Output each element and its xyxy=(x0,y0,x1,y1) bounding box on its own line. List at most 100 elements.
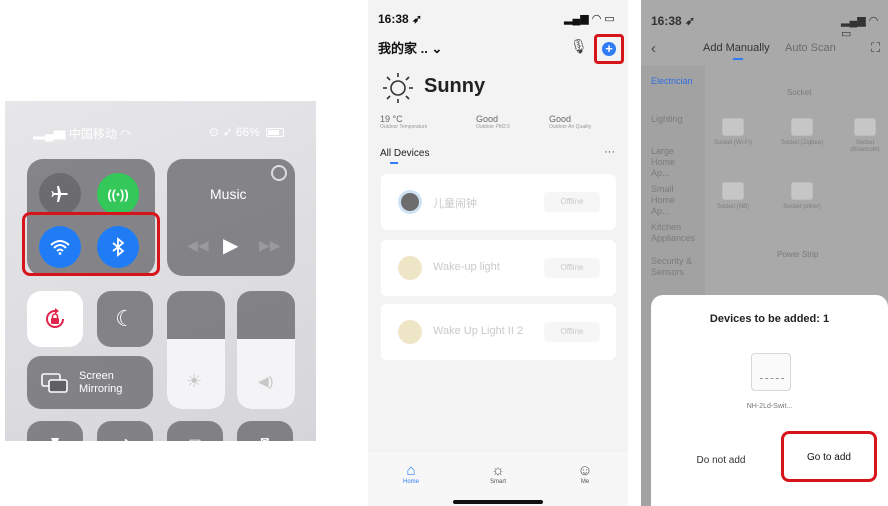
tab-auto-scan[interactable]: Auto Scan xyxy=(785,42,836,54)
device-status: Offline xyxy=(544,258,600,278)
home-indicator xyxy=(453,500,543,504)
device-card[interactable]: Wake Up Light II 2 Offline xyxy=(381,304,616,360)
orientation-lock-button[interactable] xyxy=(27,291,83,347)
app-home-panel: 16:38 ➶ ▂▄▆ ◠ ▭ 我的家 .. ⌄ 🎙 + Sunny 19 °C… xyxy=(368,0,628,506)
brightness-icon: ☀ xyxy=(186,371,203,391)
device-card[interactable]: 儿童闹钟 Offline xyxy=(381,174,616,230)
brightness-slider[interactable]: ☀ xyxy=(167,291,225,409)
more-icon[interactable]: ··· xyxy=(604,146,615,158)
camera-icon: ◙ xyxy=(260,433,270,441)
active-tab-underline xyxy=(733,58,743,60)
device-tile[interactable]: Socket (NB) xyxy=(711,182,755,211)
timer-button[interactable]: ◔ xyxy=(97,421,153,441)
profile-icon: ☺ xyxy=(577,462,593,479)
device-tile[interactable]: Socket (Wi-Fi) xyxy=(711,118,755,147)
devices-found-sheet: Devices to be added: 1 NH-2Ld-Swit... Do… xyxy=(651,295,888,506)
fast-forward-icon[interactable]: ▶▶ xyxy=(259,237,281,254)
lamp-icon xyxy=(398,256,422,280)
category-small-home-appliances[interactable]: Small Home Ap... xyxy=(651,184,695,217)
do-not-disturb-button[interactable]: ☾ xyxy=(97,291,153,347)
category-large-home-appliances[interactable]: Large Home Ap... xyxy=(651,146,695,179)
flashlight-icon: ▼ xyxy=(48,433,62,441)
stat-pm25: Good Outdoor PM2.5 xyxy=(476,114,510,130)
smart-sun-icon: ☼ xyxy=(491,462,505,479)
status-time: 16:38 ➶ xyxy=(378,12,423,26)
sheet-title: Devices to be added: 1 xyxy=(709,313,830,325)
airplane-icon xyxy=(51,186,68,202)
weather-label: Sunny xyxy=(424,75,486,97)
add-device-panel: 16:38 ➶ ▂▄▆ ◠ ▭ ‹ Add Manually Auto Scan… xyxy=(641,0,888,506)
switch-device-icon xyxy=(751,353,791,391)
device-status: Offline xyxy=(544,322,600,342)
category-lighting[interactable]: Lighting xyxy=(651,114,683,125)
home-selector[interactable]: 我的家 .. ⌄ xyxy=(378,38,442,57)
location-icon: ⊙ ➶ xyxy=(209,125,233,139)
play-icon[interactable]: ▶ xyxy=(223,233,238,258)
wifi-bluetooth-highlight xyxy=(22,212,160,276)
status-icons: ▂▄▆ ◠ ▭ xyxy=(564,13,615,25)
device-status: Offline xyxy=(544,192,600,212)
status-bar-left: ▂▄▆ 中国移动 ◠ xyxy=(33,125,131,142)
screen-mirroring-button[interactable]: Screen Mirroring xyxy=(27,356,153,409)
scan-qr-icon[interactable]: ⛶ xyxy=(871,40,880,56)
calculator-button[interactable]: ▭ xyxy=(167,421,223,441)
airplane-mode-button[interactable] xyxy=(39,173,81,215)
cellular-data-button[interactable]: ((ꞏ)) xyxy=(97,173,139,215)
calculator-icon: ▭ xyxy=(188,432,202,442)
plus-icon: + xyxy=(602,42,616,56)
status-time: 16:38 ➶ xyxy=(651,14,696,28)
timer-icon: ◔ xyxy=(120,433,130,441)
category-kitchen-appliances[interactable]: Kitchen Appliances xyxy=(651,222,701,244)
back-icon[interactable]: ‹ xyxy=(651,40,656,57)
device-name: 儿童闹钟 xyxy=(433,198,477,210)
add-device-button[interactable]: + xyxy=(594,34,624,64)
music-label: Music xyxy=(210,186,247,202)
status-icons: ▂▄▆ ◠ ▭ xyxy=(841,15,879,40)
battery-icon xyxy=(266,128,285,138)
volume-slider[interactable]: ◀) xyxy=(237,291,295,409)
device-tile[interactable]: Socket (other) xyxy=(780,182,824,211)
camera-button[interactable]: ◙ xyxy=(237,421,293,441)
screen-mirroring-icon xyxy=(41,372,68,393)
carrier-label: 中国移动 xyxy=(68,127,117,141)
sun-icon xyxy=(382,72,414,109)
tab-underline xyxy=(390,162,398,164)
stat-air-quality: Good Outdoor Air Quality xyxy=(549,114,592,130)
cellular-antenna-icon: ((ꞏ)) xyxy=(107,187,129,202)
category-security-sensors[interactable]: Security & Sensors xyxy=(651,256,695,278)
screen-mirroring-label-2: Mirroring xyxy=(79,382,123,395)
location-arrow-icon: ➶ xyxy=(412,12,423,26)
signal-icon: ▂▄▆ xyxy=(33,127,66,141)
device-tile[interactable]: Socket (Zigbee) xyxy=(780,118,824,147)
chevron-down-icon: ⌄ xyxy=(431,41,443,56)
tab-smart[interactable]: ☼ Smart xyxy=(483,462,513,485)
device-name: Wake-up light xyxy=(433,261,500,273)
section-socket: Socket xyxy=(787,88,812,97)
tab-add-manually[interactable]: Add Manually xyxy=(703,42,770,54)
section-power-strip: Power Strip xyxy=(777,250,819,259)
flashlight-button[interactable]: ▼ xyxy=(27,421,83,441)
go-to-add-label: Go to add xyxy=(807,452,851,463)
device-name: Wake Up Light II 2 xyxy=(433,325,524,337)
status-bar-right: ⊙ ➶ 66% xyxy=(209,125,285,139)
tab-me[interactable]: ☺ Me xyxy=(570,462,600,485)
device-tile[interactable]: Socket (Bluetooth) xyxy=(843,118,887,154)
screen-mirroring-label-1: Screen xyxy=(79,369,114,382)
alarm-clock-icon xyxy=(398,190,422,214)
go-to-add-button[interactable]: Go to add xyxy=(781,431,877,482)
tab-home[interactable]: ⌂ Home xyxy=(396,462,426,485)
all-devices-tab[interactable]: All Devices xyxy=(380,148,429,159)
do-not-add-button[interactable]: Do not add xyxy=(671,455,771,466)
device-card[interactable]: Wake-up light Offline xyxy=(381,240,616,296)
microphone-icon[interactable]: 🎙 xyxy=(570,38,588,55)
airplay-icon[interactable] xyxy=(271,165,287,181)
category-electrician[interactable]: Electrician xyxy=(651,76,693,87)
found-device-name: NH-2Ld-Swit... xyxy=(746,403,793,410)
control-center-panel: ▂▄▆ 中国移动 ◠ ⊙ ➶ 66% ((ꞏ)) Music ◀◀ ▶ ▶▶ ☾… xyxy=(5,101,316,441)
stat-temperature: 19 °C Outdoor Temperature xyxy=(380,114,428,130)
socket-icon xyxy=(791,118,813,136)
home-icon: ⌂ xyxy=(406,462,416,479)
battery-percent: 66% xyxy=(235,125,260,139)
rewind-icon[interactable]: ◀◀ xyxy=(187,237,209,254)
socket-icon xyxy=(791,182,813,200)
